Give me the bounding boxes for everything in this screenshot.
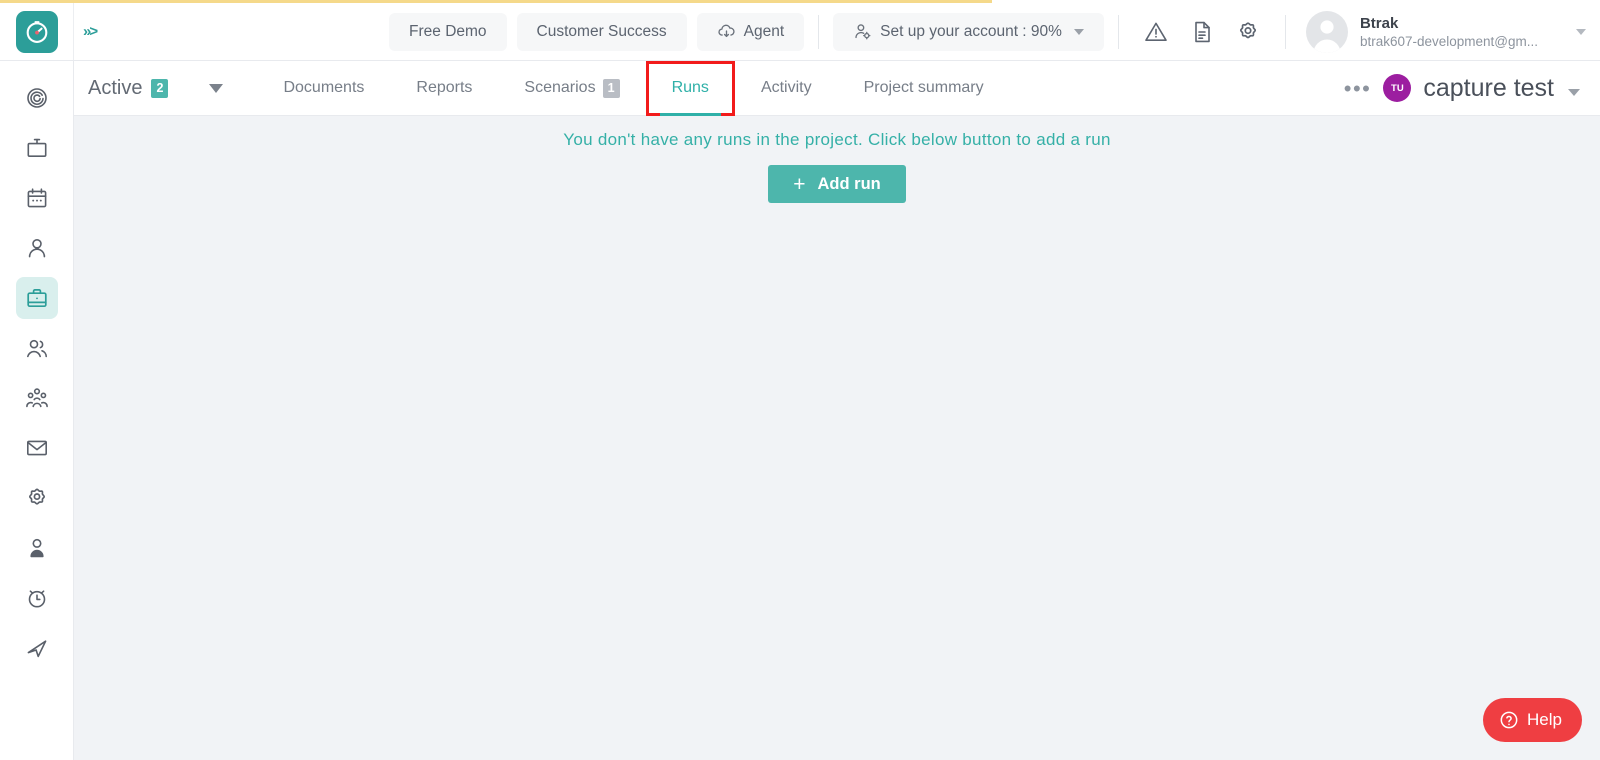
paper-plane-icon — [27, 640, 46, 658]
active-filter-dropdown[interactable]: Active 2 — [74, 76, 169, 100]
agent-button[interactable]: Agent — [696, 12, 805, 51]
main-content-area: You don't have any runs in the project. … — [74, 116, 1600, 760]
more-options-icon[interactable]: ••• — [1332, 77, 1384, 99]
add-run-label: Add run — [817, 174, 881, 193]
user-menu-caret-icon[interactable] — [1576, 28, 1586, 35]
agent-label: Agent — [743, 22, 785, 40]
active-filter-caret-icon[interactable] — [209, 83, 224, 93]
project-selector[interactable]: TU capture test — [1383, 74, 1600, 103]
divider — [818, 14, 820, 49]
user-gear-icon — [855, 24, 871, 40]
sidebar-item-calendar[interactable] — [16, 177, 58, 219]
tabs-row: Documents Reports Scenarios 1 Runs Activ… — [257, 60, 1010, 116]
tab-activity-label: Activity — [760, 79, 812, 96]
sidebar-item-organization[interactable] — [16, 377, 58, 419]
setup-account-button[interactable]: Set up your account : 90% — [833, 12, 1104, 51]
clock-timer-logo-icon — [26, 20, 47, 43]
alert-triangle-glyph — [1145, 22, 1167, 41]
chevrons-right-icon[interactable]: »> — [74, 24, 106, 39]
project-avatar: TU — [1383, 74, 1412, 102]
tab-documents-label: Documents — [283, 79, 365, 96]
divider — [1117, 14, 1119, 49]
tab-reports[interactable]: Reports — [390, 61, 498, 116]
user-profile-icon — [29, 538, 44, 558]
progress-fill — [0, 0, 992, 3]
org-group-icon — [25, 388, 48, 408]
avatar — [1305, 10, 1348, 53]
logo-zone — [0, 3, 74, 60]
tab-scenarios-count-badge: 1 — [602, 78, 620, 98]
user-name: Btrak — [1359, 14, 1399, 32]
tab-reports-label: Reports — [416, 79, 473, 96]
user-text-block: Btrak btrak607-development@gm... — [1360, 15, 1538, 49]
sidebar-item-send[interactable] — [16, 627, 58, 669]
calendar-icon — [27, 188, 46, 208]
tab-runs[interactable]: Runs — [645, 60, 735, 116]
help-label: Help — [1527, 710, 1562, 729]
user-email: btrak607-development@gm... — [1359, 33, 1538, 49]
app-logo[interactable] — [15, 10, 58, 53]
plus-icon: + — [793, 172, 806, 196]
project-name: capture test — [1423, 73, 1554, 102]
cloud-download-icon — [718, 24, 735, 38]
document-icon[interactable] — [1179, 9, 1225, 55]
customer-success-label: Customer Success — [536, 22, 667, 40]
question-circle-icon — [1500, 711, 1518, 729]
sidebar-item-person[interactable] — [16, 227, 58, 269]
add-run-button-wrap: + Add run — [74, 165, 1600, 203]
tab-activity[interactable]: Activity — [735, 61, 838, 116]
project-tab-bar: Active 2 Documents Reports Scenarios 1 R… — [74, 60, 1600, 116]
sidebar-item-timer[interactable] — [16, 577, 58, 619]
envelope-icon — [26, 440, 47, 456]
sidebar-item-settings[interactable] — [16, 477, 58, 519]
tab-scenarios-label: Scenarios — [524, 79, 596, 96]
briefcase-icon — [26, 289, 47, 308]
tab-documents[interactable]: Documents — [257, 61, 390, 116]
gear-icon — [28, 488, 45, 505]
gear-glyph — [1239, 21, 1257, 38]
active-filter-count-badge: 2 — [151, 78, 169, 98]
sidebar-item-mail[interactable] — [16, 427, 58, 469]
alert-triangle-icon[interactable] — [1133, 9, 1179, 55]
project-caret-icon[interactable] — [1568, 88, 1580, 96]
help-button[interactable]: Help — [1483, 698, 1582, 742]
user-avatar-icon — [1313, 19, 1341, 53]
gear-icon[interactable] — [1225, 9, 1271, 55]
caret-down-icon — [1073, 28, 1084, 35]
document-glyph — [1195, 21, 1210, 42]
sidebar-item-profile[interactable] — [16, 527, 58, 569]
setup-account-label: Set up your account : 90% — [880, 22, 1062, 40]
active-filter-label: Active — [88, 76, 143, 99]
target-spiral-icon — [26, 88, 47, 108]
account-setup-progress-strip — [0, 0, 1600, 4]
sidebar-item-projects[interactable] — [15, 277, 58, 319]
people-icon — [26, 339, 47, 358]
tab-runs-label: Runs — [671, 79, 709, 96]
sidebar-item-monitor[interactable] — [16, 127, 58, 169]
customer-success-button[interactable]: Customer Success — [516, 12, 687, 51]
tab-project-summary-label: Project summary — [863, 79, 984, 96]
tab-scenarios[interactable]: Scenarios 1 — [498, 61, 645, 116]
alarm-clock-icon — [28, 590, 45, 608]
sidebar-item-target[interactable] — [16, 77, 58, 119]
user-account-menu[interactable]: Btrak btrak607-development@gm... — [1300, 10, 1600, 53]
tv-monitor-icon — [26, 138, 46, 158]
free-demo-label: Free Demo — [409, 22, 487, 40]
divider — [1284, 14, 1286, 49]
free-demo-button[interactable]: Free Demo — [389, 12, 507, 51]
person-icon — [28, 239, 45, 258]
empty-state-message: You don't have any runs in the project. … — [563, 130, 1111, 149]
tab-project-summary[interactable]: Project summary — [838, 61, 1010, 116]
add-run-button[interactable]: + Add run — [768, 165, 906, 203]
top-navigation-bar: »> Free Demo Customer Success Agent Set … — [0, 3, 1600, 61]
left-sidebar — [0, 61, 74, 760]
sidebar-item-team[interactable] — [16, 327, 58, 369]
